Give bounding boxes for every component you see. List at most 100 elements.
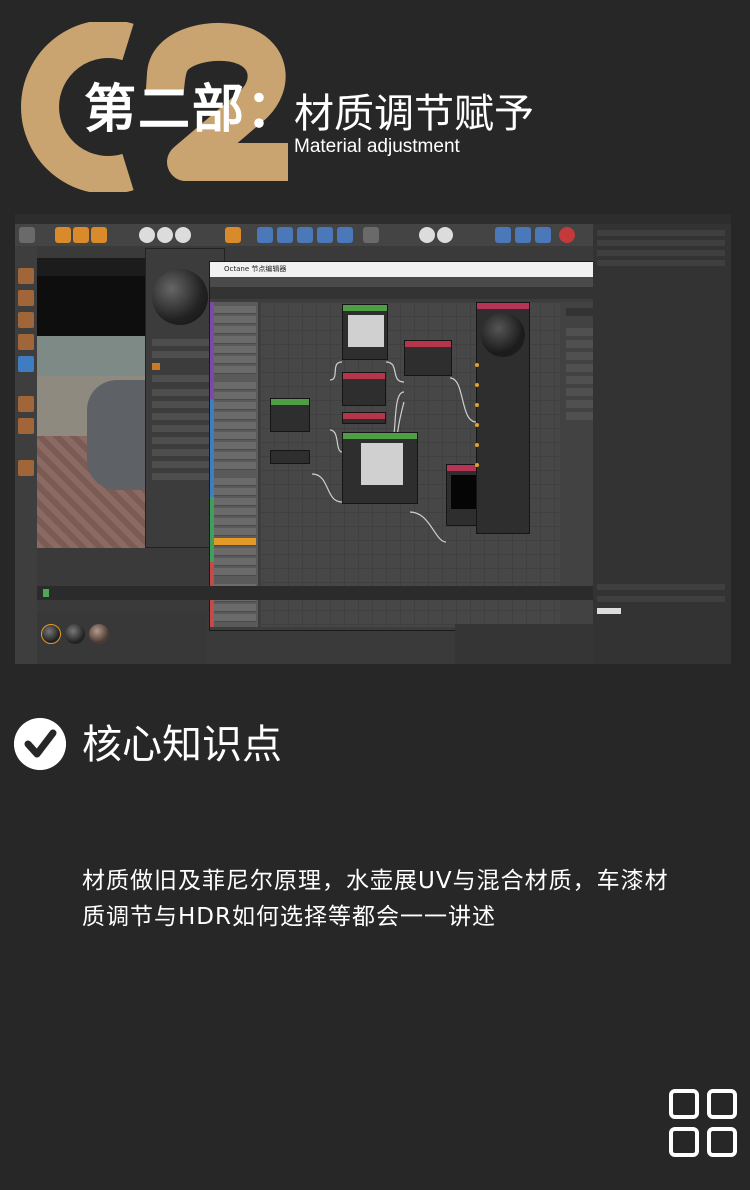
node-type-item[interactable]: [212, 462, 256, 470]
knowledge-points-description: 材质做旧及菲尼尔原理，水壶展UV与混合材质，车漆材质调节与HDR如何选择等都会一…: [82, 868, 669, 930]
light-icon[interactable]: [437, 227, 453, 243]
mp-row: [152, 339, 212, 346]
object-row[interactable]: [597, 230, 725, 236]
undo-icon[interactable]: [19, 227, 35, 243]
node-type-item[interactable]: [212, 306, 256, 314]
polygons-mode-icon[interactable]: [18, 356, 34, 372]
live-viewer[interactable]: [37, 258, 147, 548]
node-type-item[interactable]: [212, 356, 256, 364]
node-type-item[interactable]: [212, 346, 256, 354]
material-preview-ball: [481, 313, 525, 357]
playhead[interactable]: [43, 589, 49, 597]
deformer-icon[interactable]: [337, 227, 353, 243]
mp-row: [152, 437, 212, 444]
node-graph-canvas[interactable]: [260, 302, 560, 627]
subdivision-icon[interactable]: [297, 227, 313, 243]
image-texture-node[interactable]: [342, 304, 388, 360]
env-icon[interactable]: [495, 227, 511, 243]
node-type-item[interactable]: [212, 336, 256, 344]
mp-row: [152, 449, 212, 456]
projection-node[interactable]: [270, 450, 310, 464]
node-type-item[interactable]: [212, 316, 256, 324]
section-subtitle: 材质调节赋予: [294, 91, 534, 137]
node-type-item[interactable]: [212, 382, 256, 390]
timeline[interactable]: [37, 586, 593, 600]
mix-texture-node[interactable]: [404, 340, 452, 376]
node-type-list[interactable]: [210, 302, 258, 627]
render-icon[interactable]: [225, 227, 241, 243]
axis-z-icon[interactable]: [175, 227, 191, 243]
node-type-item[interactable]: [212, 508, 256, 516]
left-toolbar: [15, 246, 37, 664]
node-type-item[interactable]: [212, 422, 256, 430]
axis-x-icon[interactable]: [139, 227, 155, 243]
object-row[interactable]: [597, 260, 725, 266]
scale-tool-icon[interactable]: [73, 227, 89, 243]
image-texture-node-large[interactable]: [342, 432, 418, 504]
paint-icon[interactable]: [18, 460, 34, 476]
workplane-icon[interactable]: [18, 418, 34, 434]
viewer-background: [37, 336, 147, 376]
grid-menu-icon[interactable]: [668, 1088, 738, 1158]
node-header: [343, 433, 417, 439]
points-mode-icon[interactable]: [18, 312, 34, 328]
camera-icon[interactable]: [363, 227, 379, 243]
node-preview: [348, 315, 384, 347]
node-type-item[interactable]: [212, 412, 256, 420]
attribute-row[interactable]: [597, 584, 725, 590]
mp-row: [152, 389, 212, 396]
move-tool-icon[interactable]: [55, 227, 71, 243]
axis-y-icon[interactable]: [157, 227, 173, 243]
node-type-item[interactable]: [212, 402, 256, 410]
mp-row: [152, 375, 212, 382]
node-type-item[interactable]: [212, 614, 256, 622]
mp-row: [152, 425, 212, 432]
material-thumbnail[interactable]: [41, 624, 61, 644]
float-node[interactable]: [342, 372, 386, 406]
node-type-item[interactable]: [212, 604, 256, 612]
array-icon[interactable]: [317, 227, 333, 243]
record-icon[interactable]: [559, 227, 575, 243]
float-node[interactable]: [342, 412, 386, 424]
coordinates-panel: [455, 624, 593, 664]
node-type-item[interactable]: [212, 392, 256, 400]
model-mode-icon[interactable]: [18, 268, 34, 284]
octane-icon[interactable]: [419, 227, 435, 243]
material-thumbnail[interactable]: [65, 624, 85, 644]
object-row[interactable]: [597, 240, 725, 246]
node-header: [343, 305, 387, 311]
snap-icon[interactable]: [18, 396, 34, 412]
node-type-item[interactable]: [212, 478, 256, 486]
node-type-item[interactable]: [212, 528, 256, 536]
material-thumbnail[interactable]: [89, 624, 109, 644]
node-type-item[interactable]: [212, 326, 256, 334]
material-icon[interactable]: [535, 227, 551, 243]
attribute-row[interactable]: [597, 596, 725, 602]
object-row[interactable]: [597, 250, 725, 256]
node-type-item[interactable]: [212, 518, 256, 526]
input-port: [475, 383, 479, 387]
node-type-item[interactable]: [212, 488, 256, 496]
cube-icon[interactable]: [257, 227, 273, 243]
node-type-item[interactable]: [212, 548, 256, 556]
color-swatch[interactable]: [597, 608, 621, 614]
node-type-item[interactable]: [212, 568, 256, 576]
render-region: [37, 276, 147, 336]
node-preview: [361, 443, 403, 485]
node-type-item-selected[interactable]: [212, 538, 256, 546]
transform-node[interactable]: [270, 398, 310, 432]
node-type-item[interactable]: [212, 366, 256, 374]
material-output-node[interactable]: [475, 302, 530, 534]
node-type-item[interactable]: [212, 558, 256, 566]
texture-mode-icon[interactable]: [18, 290, 34, 306]
node-type-item[interactable]: [212, 498, 256, 506]
sky-icon[interactable]: [515, 227, 531, 243]
edges-mode-icon[interactable]: [18, 334, 34, 350]
node-type-item[interactable]: [212, 452, 256, 460]
node-type-item[interactable]: [212, 432, 256, 440]
knowledge-points-title: 核心知识点: [82, 722, 282, 768]
node-type-item[interactable]: [212, 442, 256, 450]
rotate-tool-icon[interactable]: [91, 227, 107, 243]
pen-icon[interactable]: [277, 227, 293, 243]
material-manager: [37, 612, 207, 664]
